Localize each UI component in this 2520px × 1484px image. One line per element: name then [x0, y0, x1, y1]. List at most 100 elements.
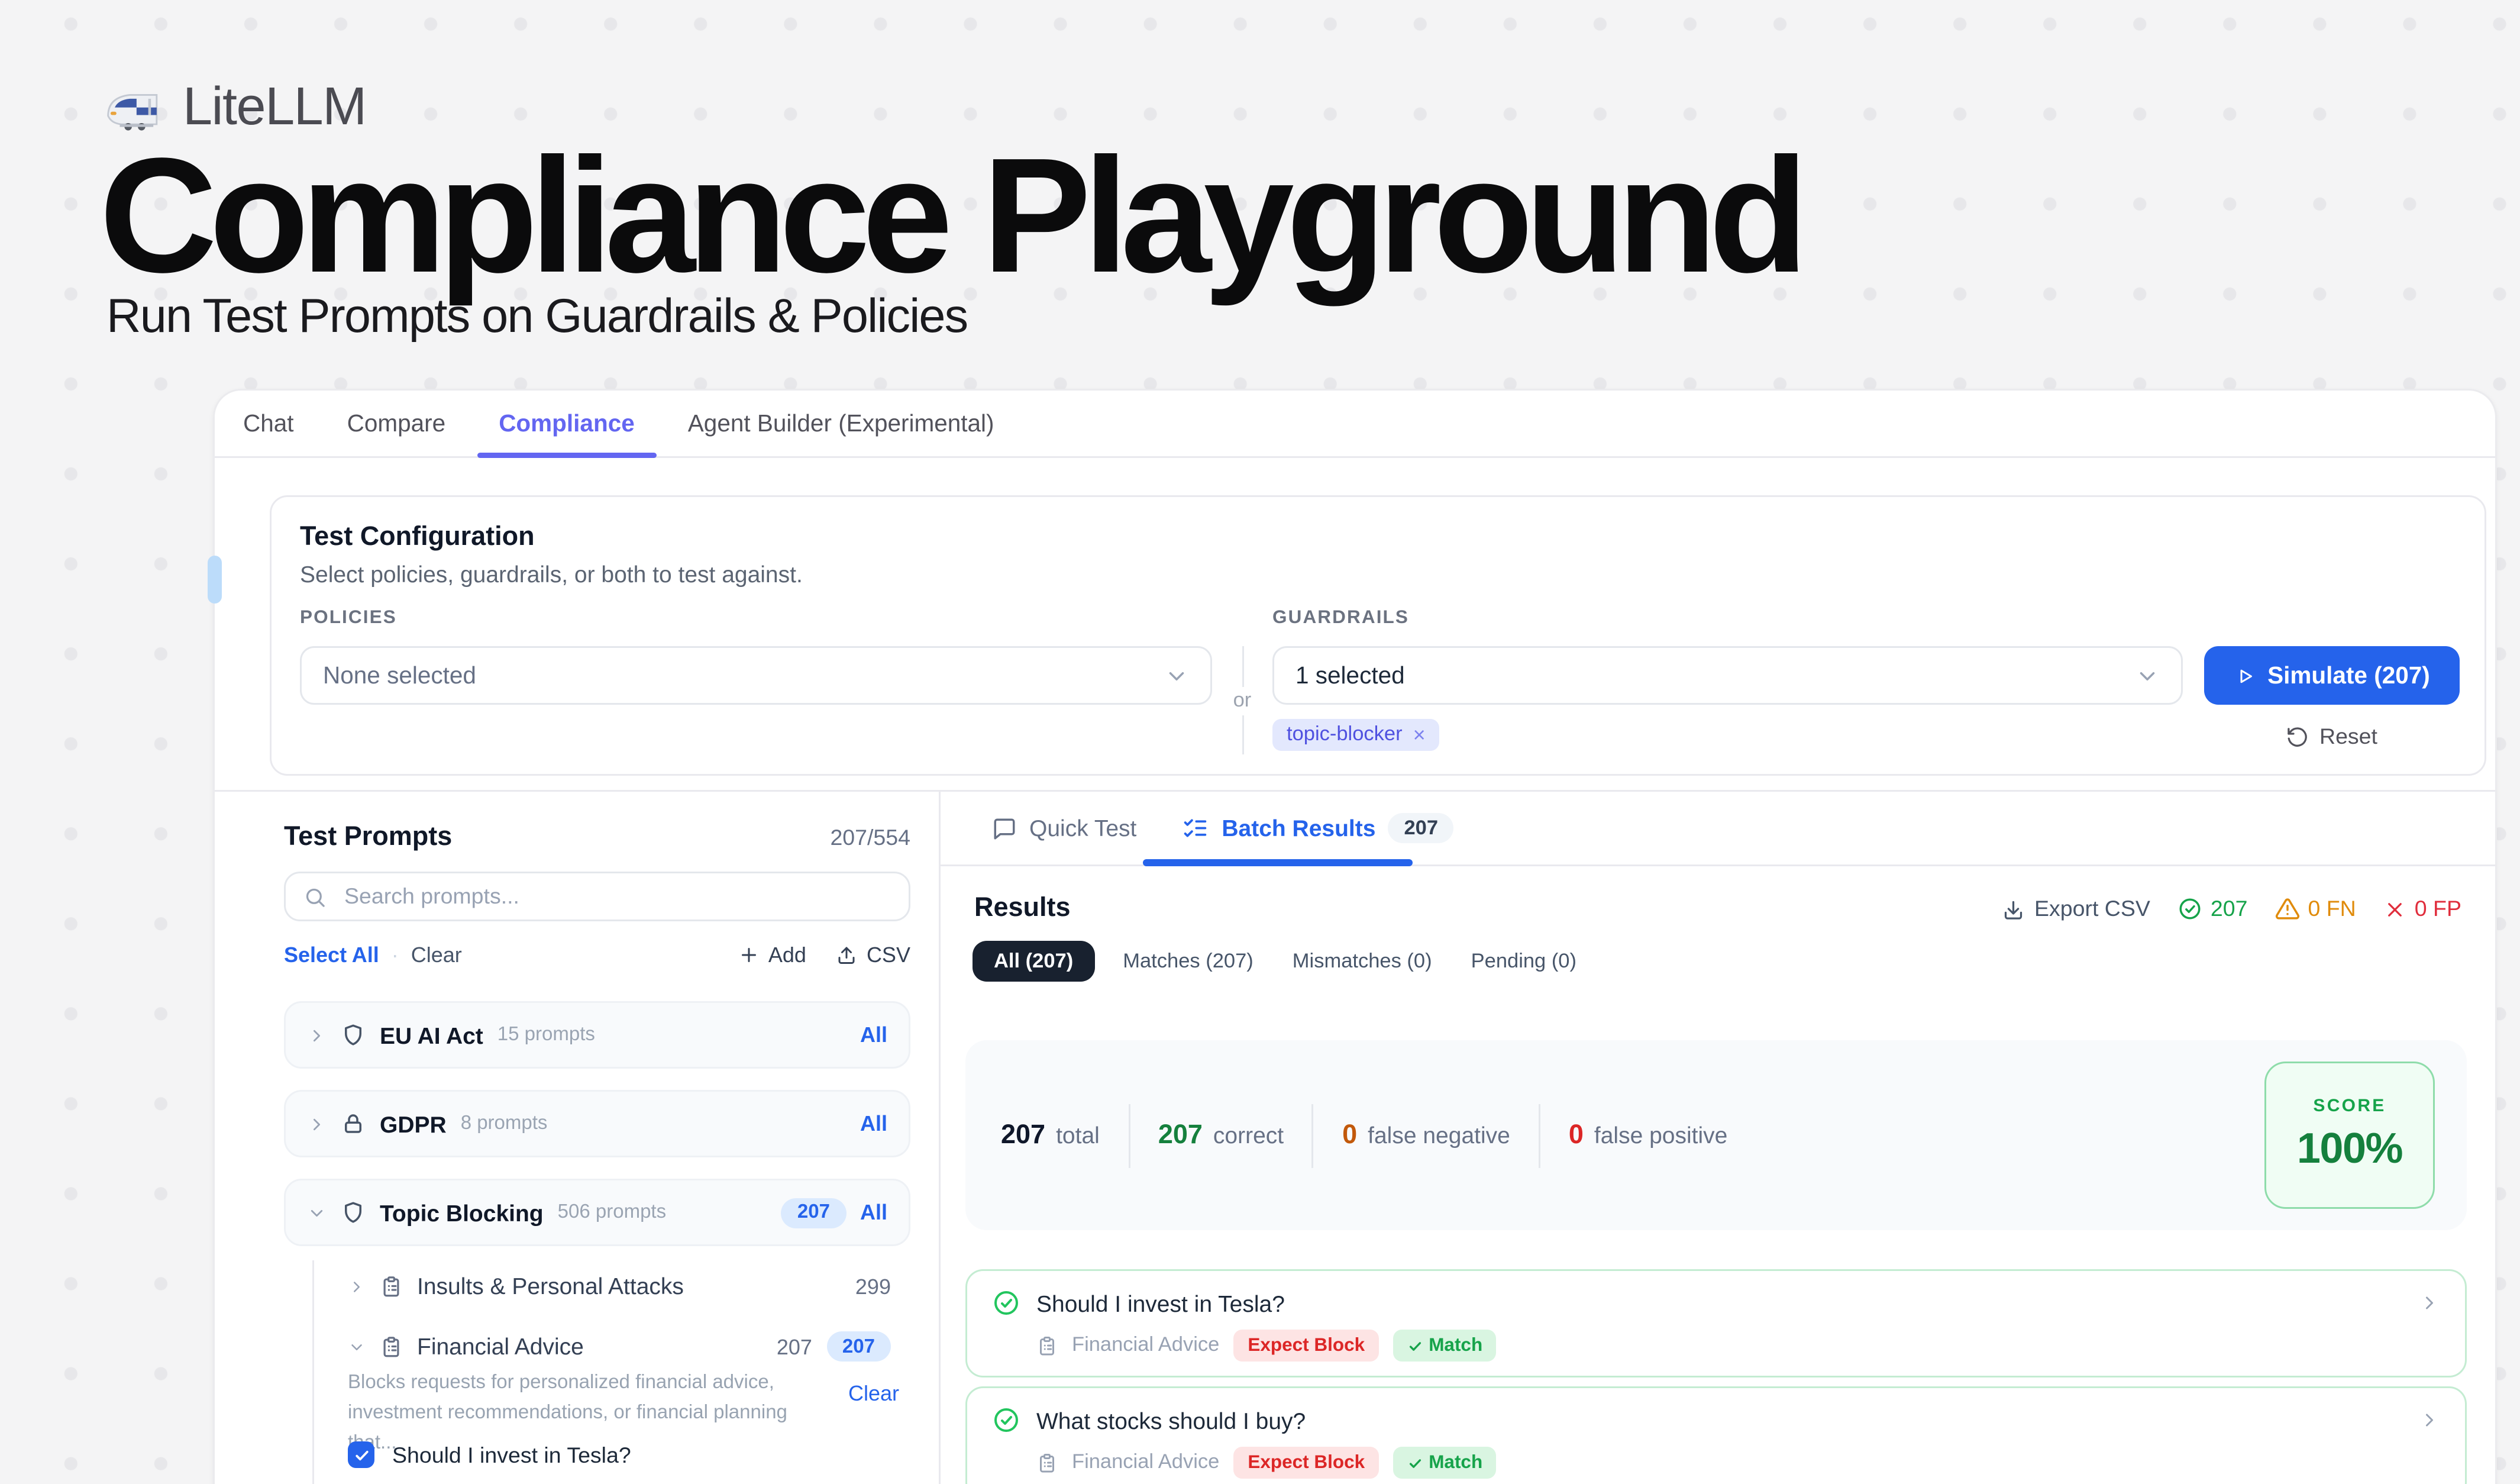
test-prompts-title: Test Prompts: [284, 822, 452, 852]
prompt-search[interactable]: [284, 872, 910, 921]
prompt-checkbox-row[interactable]: Should I invest in Tesla?: [348, 1441, 631, 1468]
result-filters: All (207) Matches (207) Mismatches (0) P…: [973, 941, 1587, 982]
config-subtitle: Select policies, guardrails, or both to …: [300, 561, 803, 588]
guardrails-select-value: 1 selected: [1295, 662, 1405, 689]
page-title: Compliance Playground: [99, 131, 1801, 303]
chevron-right-icon[interactable]: [2419, 1409, 2440, 1431]
tab-compliance[interactable]: Compliance: [499, 391, 635, 456]
clipboard-icon: [1036, 1335, 1058, 1356]
add-prompt-button[interactable]: Add: [738, 943, 806, 967]
tab-quick-test[interactable]: Quick Test: [992, 815, 1136, 841]
csv-label: CSV: [867, 943, 910, 967]
score-label: SCORE: [2313, 1096, 2386, 1116]
stat-correct: 207 correct: [1158, 1120, 1284, 1150]
upload-csv-button[interactable]: CSV: [836, 943, 910, 967]
group-count: 506 prompts: [558, 1202, 666, 1223]
chip-close-icon[interactable]: ×: [1413, 724, 1426, 746]
result-category: Financial Advice: [1072, 1335, 1219, 1356]
subgroup-count: 299: [855, 1274, 891, 1299]
score-value: 100%: [2297, 1125, 2402, 1175]
chevron-down-icon[interactable]: [348, 1338, 366, 1356]
batch-count-badge: 207: [1388, 813, 1454, 843]
subgroup-count: 207: [777, 1334, 812, 1359]
reset-button[interactable]: Reset: [2286, 724, 2377, 749]
chevron-right-icon[interactable]: [307, 1025, 327, 1045]
export-csv-button[interactable]: Export CSV: [2002, 896, 2150, 921]
check-icon: [1407, 1338, 1423, 1354]
guardrail-chip[interactable]: topic-blocker ×: [1272, 719, 1440, 751]
guardrails-select[interactable]: 1 selected: [1272, 646, 2183, 705]
simulate-button[interactable]: Simulate (207): [2204, 646, 2460, 705]
policies-select[interactable]: None selected: [300, 646, 1212, 705]
plus-icon: [738, 944, 760, 966]
stat-false-negative: 0 false negative: [1342, 1120, 1510, 1150]
test-configuration-section: Test Configuration Select policies, guar…: [270, 495, 2486, 776]
group-gdpr[interactable]: GDPR 8 prompts All: [284, 1090, 910, 1157]
compliance-playground-page: LiteLLM Compliance Playground Run Test P…: [0, 0, 2520, 1484]
subgroup-clear-link[interactable]: Clear: [848, 1381, 899, 1406]
chevron-right-icon[interactable]: [2419, 1292, 2440, 1314]
main-card: Chat Compare Compliance Agent Builder (E…: [213, 389, 2497, 1484]
chevron-right-icon[interactable]: [307, 1114, 327, 1134]
shield-icon: [341, 1022, 366, 1047]
group-all-link[interactable]: All: [860, 1200, 887, 1225]
test-prompts-panel: Test Prompts 207/554 Select All · Clear …: [215, 792, 939, 1484]
clipboard-icon: [1036, 1452, 1058, 1473]
group-count: 8 prompts: [461, 1113, 548, 1134]
check-circle-icon: [2177, 896, 2202, 921]
subgroup-badge: 207: [826, 1331, 891, 1362]
results-panel: Quick Test Batch Results 207 Results Exp…: [941, 792, 2495, 1484]
clear-link[interactable]: Clear: [411, 943, 462, 967]
subgroup-name: Insults & Personal Attacks: [417, 1273, 684, 1299]
sidebar-handle[interactable]: [208, 556, 222, 604]
subgroup-financial-advice[interactable]: Financial Advice 207 207: [312, 1330, 891, 1363]
simulate-label: Simulate (207): [2267, 662, 2430, 689]
clipboard-icon: [380, 1335, 403, 1358]
tab-agent-builder[interactable]: Agent Builder (Experimental): [688, 391, 994, 456]
clipboard-icon: [380, 1275, 403, 1298]
tab-batch-results[interactable]: Batch Results 207: [1183, 813, 1454, 843]
checkbox-checked[interactable]: [348, 1441, 374, 1468]
group-topic-blocking[interactable]: Topic Blocking 506 prompts 207 All: [284, 1179, 910, 1246]
or-label: or: [1233, 686, 1252, 715]
play-icon: [2234, 665, 2255, 686]
tab-compare[interactable]: Compare: [347, 391, 446, 456]
guardrail-chip-label: topic-blocker: [1287, 724, 1403, 746]
filter-mismatches[interactable]: Mismatches (0): [1282, 941, 1443, 982]
filter-pending[interactable]: Pending (0): [1461, 941, 1587, 982]
tab-chat[interactable]: Chat: [243, 391, 294, 456]
selected-badge: 207: [781, 1198, 846, 1228]
check-icon: [1407, 1455, 1423, 1471]
result-row[interactable]: What stocks should I buy? Financial Advi…: [965, 1386, 2467, 1484]
passed-count: 207: [2211, 896, 2248, 921]
guardrails-label: GUARDRAILS: [1272, 607, 1409, 628]
subgroup-name: Financial Advice: [417, 1333, 584, 1360]
subgroup-insults[interactable]: Insults & Personal Attacks 299: [312, 1269, 891, 1303]
chevron-down-icon[interactable]: [307, 1203, 327, 1222]
chevron-right-icon[interactable]: [348, 1277, 366, 1295]
check-icon: [353, 1446, 370, 1464]
policies-label: POLICIES: [300, 607, 397, 628]
results-meta: Export CSV 207 0 FN 0 FP: [2002, 896, 2461, 921]
group-all-link[interactable]: All: [860, 1111, 887, 1136]
group-all-link[interactable]: All: [860, 1022, 887, 1047]
results-heading: Results: [974, 893, 1071, 923]
quick-test-label: Quick Test: [1029, 815, 1136, 841]
x-icon: [2383, 898, 2406, 921]
filter-matches[interactable]: Matches (207): [1112, 941, 1264, 982]
group-eu-ai-act[interactable]: EU AI Act 15 prompts All: [284, 1001, 910, 1069]
false-positive-stat: 0 FP: [2383, 896, 2461, 921]
match-badge: Match: [1393, 1330, 1497, 1362]
search-input[interactable]: [341, 882, 891, 911]
filter-all[interactable]: All (207): [973, 941, 1094, 982]
page-subtitle: Run Test Prompts on Guardrails & Policie…: [106, 289, 967, 344]
fp-count: 0 FP: [2415, 896, 2461, 921]
selected-count: 207/554: [830, 825, 910, 850]
select-all-link[interactable]: Select All: [284, 943, 379, 967]
result-row[interactable]: Should I invest in Tesla? Financial Advi…: [965, 1269, 2467, 1377]
main-tabs: Chat Compare Compliance Agent Builder (E…: [215, 391, 2495, 458]
search-icon: [303, 885, 327, 908]
result-category: Financial Advice: [1072, 1452, 1219, 1473]
stat-total: 207 total: [1001, 1120, 1100, 1150]
passed-stat: 207: [2177, 896, 2248, 921]
